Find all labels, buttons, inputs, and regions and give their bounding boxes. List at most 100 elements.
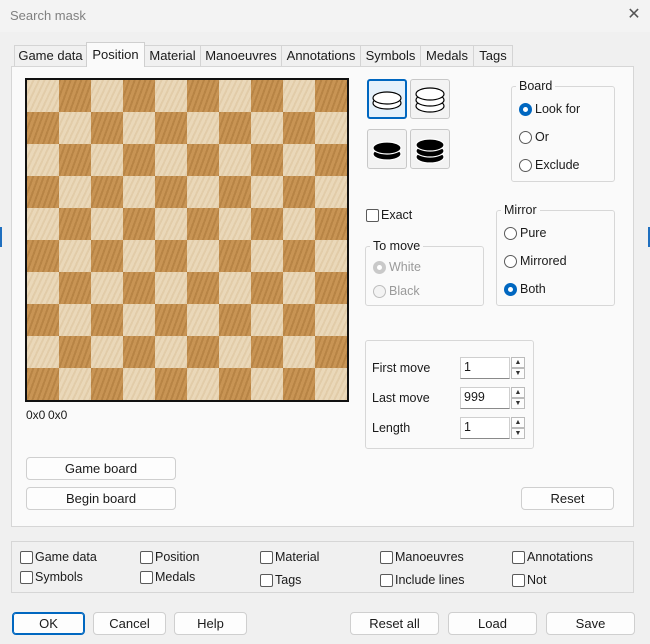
to-move-white-radio[interactable] <box>373 261 386 274</box>
filter-material-label[interactable]: Material <box>275 550 319 564</box>
board-dark-square[interactable] <box>123 80 155 112</box>
board-dark-square[interactable] <box>219 176 251 208</box>
board-look-for-label[interactable]: Look for <box>535 102 580 116</box>
board-dark-square[interactable] <box>283 304 315 336</box>
filter-position-checkbox[interactable] <box>140 551 153 564</box>
board-dark-square[interactable] <box>91 240 123 272</box>
board-dark-square[interactable] <box>187 80 219 112</box>
board-dark-square[interactable] <box>187 272 219 304</box>
filter-game-data-label[interactable]: Game data <box>35 550 97 564</box>
draughts-board[interactable] <box>25 78 349 402</box>
game-board-button[interactable]: Game board <box>26 457 176 480</box>
filter-medals-checkbox[interactable] <box>140 571 153 584</box>
first-move-down-button[interactable]: ▼ <box>511 368 525 379</box>
to-move-black-radio[interactable] <box>373 285 386 298</box>
white-king-button[interactable] <box>410 79 450 119</box>
filter-game-data-checkbox[interactable] <box>20 551 33 564</box>
to-move-black-label[interactable]: Black <box>389 284 420 298</box>
board-dark-square[interactable] <box>283 112 315 144</box>
board-dark-square[interactable] <box>283 368 315 400</box>
board-dark-square[interactable] <box>315 336 347 368</box>
mirror-pure-radio[interactable] <box>504 227 517 240</box>
last-move-input[interactable]: 999 <box>460 387 510 409</box>
mirror-mirrored-label[interactable]: Mirrored <box>520 254 567 268</box>
filter-position-label[interactable]: Position <box>155 550 199 564</box>
board-dark-square[interactable] <box>27 240 59 272</box>
filter-tags-label[interactable]: Tags <box>275 573 301 587</box>
length-input[interactable]: 1 <box>460 417 510 439</box>
board-dark-square[interactable] <box>219 112 251 144</box>
ok-button[interactable]: OK <box>12 612 85 635</box>
tab-medals[interactable]: Medals <box>420 45 474 66</box>
board-dark-square[interactable] <box>283 176 315 208</box>
board-dark-square[interactable] <box>219 240 251 272</box>
board-dark-square[interactable] <box>187 208 219 240</box>
board-dark-square[interactable] <box>123 208 155 240</box>
board-dark-square[interactable] <box>155 176 187 208</box>
mirror-both-radio[interactable] <box>504 283 517 296</box>
board-dark-square[interactable] <box>91 304 123 336</box>
length-down-button[interactable]: ▼ <box>511 428 525 439</box>
cancel-button[interactable]: Cancel <box>93 612 166 635</box>
mirror-mirrored-radio[interactable] <box>504 255 517 268</box>
board-dark-square[interactable] <box>123 144 155 176</box>
board-dark-square[interactable] <box>251 208 283 240</box>
load-button[interactable]: Load <box>448 612 537 635</box>
board-look-for-radio[interactable] <box>519 103 532 116</box>
board-dark-square[interactable] <box>251 144 283 176</box>
board-dark-square[interactable] <box>155 368 187 400</box>
begin-board-button[interactable]: Begin board <box>26 487 176 510</box>
tab-game-data[interactable]: Game data <box>14 45 87 66</box>
filter-manoeuvres-checkbox[interactable] <box>380 551 393 564</box>
board-dark-square[interactable] <box>187 336 219 368</box>
reset-button[interactable]: Reset <box>521 487 614 510</box>
board-dark-square[interactable] <box>251 272 283 304</box>
white-man-button[interactable] <box>367 79 407 119</box>
tab-annotations[interactable]: Annotations <box>281 45 361 66</box>
filter-include-lines-label[interactable]: Include lines <box>395 573 465 587</box>
mirror-pure-label[interactable]: Pure <box>520 226 546 240</box>
board-dark-square[interactable] <box>315 272 347 304</box>
close-icon[interactable]: ✕ <box>624 5 644 25</box>
board-dark-square[interactable] <box>315 144 347 176</box>
board-dark-square[interactable] <box>59 208 91 240</box>
filter-material-checkbox[interactable] <box>260 551 273 564</box>
black-man-button[interactable] <box>367 129 407 169</box>
board-exclude-radio[interactable] <box>519 159 532 172</box>
board-dark-square[interactable] <box>219 368 251 400</box>
board-or-radio[interactable] <box>519 131 532 144</box>
last-move-up-button[interactable]: ▲ <box>511 387 525 398</box>
tab-tags[interactable]: Tags <box>473 45 513 66</box>
to-move-white-label[interactable]: White <box>389 260 421 274</box>
length-up-button[interactable]: ▲ <box>511 417 525 428</box>
filter-symbols-label[interactable]: Symbols <box>35 570 83 584</box>
board-dark-square[interactable] <box>123 272 155 304</box>
filter-manoeuvres-label[interactable]: Manoeuvres <box>395 550 464 564</box>
board-dark-square[interactable] <box>251 80 283 112</box>
board-dark-square[interactable] <box>27 112 59 144</box>
tab-position[interactable]: Position <box>86 42 145 67</box>
help-button[interactable]: Help <box>174 612 247 635</box>
board-dark-square[interactable] <box>123 336 155 368</box>
filter-symbols-checkbox[interactable] <box>20 571 33 584</box>
filter-annotations-label[interactable]: Annotations <box>527 550 593 564</box>
first-move-up-button[interactable]: ▲ <box>511 357 525 368</box>
board-dark-square[interactable] <box>219 304 251 336</box>
board-dark-square[interactable] <box>27 304 59 336</box>
exact-label[interactable]: Exact <box>381 208 412 222</box>
filter-not-checkbox[interactable] <box>512 574 525 587</box>
board-or-label[interactable]: Or <box>535 130 549 144</box>
board-dark-square[interactable] <box>187 144 219 176</box>
board-dark-square[interactable] <box>155 304 187 336</box>
tab-material[interactable]: Material <box>144 45 201 66</box>
board-dark-square[interactable] <box>155 112 187 144</box>
filter-include-lines-checkbox[interactable] <box>380 574 393 587</box>
filter-medals-label[interactable]: Medals <box>155 570 195 584</box>
board-dark-square[interactable] <box>59 272 91 304</box>
tab-symbols[interactable]: Symbols <box>360 45 421 66</box>
mirror-both-label[interactable]: Both <box>520 282 546 296</box>
filter-not-label[interactable]: Not <box>527 573 546 587</box>
black-king-button[interactable] <box>410 129 450 169</box>
last-move-down-button[interactable]: ▼ <box>511 398 525 409</box>
board-dark-square[interactable] <box>155 240 187 272</box>
